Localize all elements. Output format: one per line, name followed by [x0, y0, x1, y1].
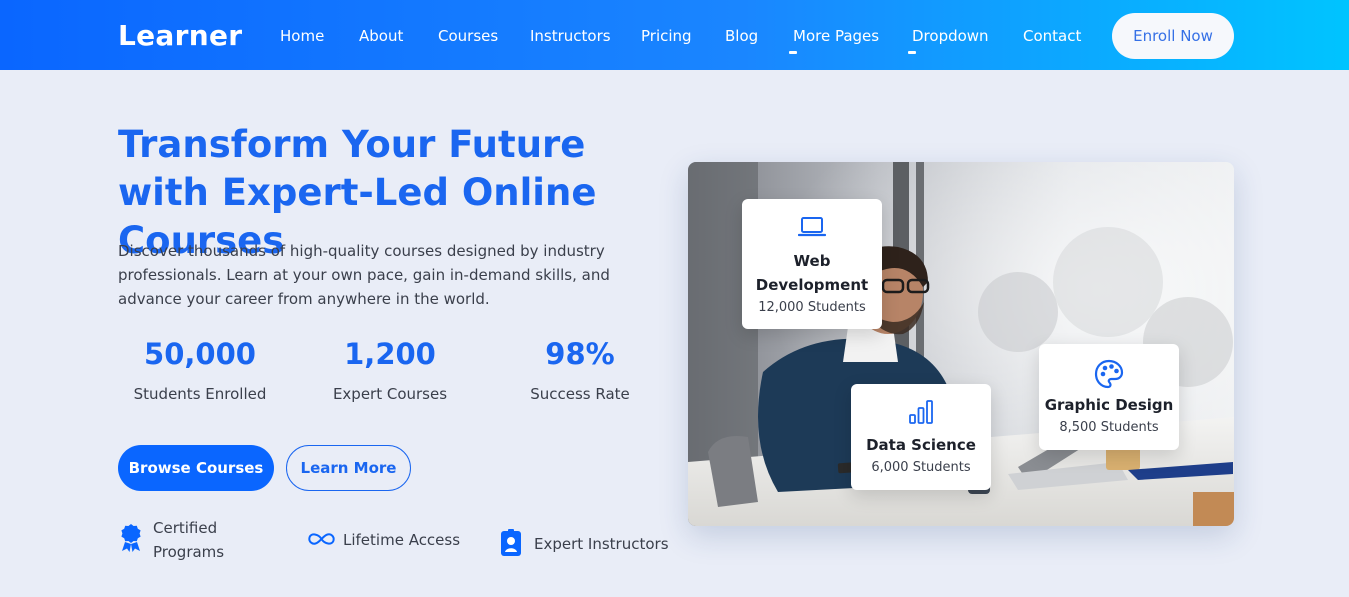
card-title: Data Science [866, 436, 976, 454]
stat-label: Expert Courses [332, 385, 448, 403]
id-badge-icon [501, 529, 521, 556]
dropdown-indicator-icon [789, 51, 797, 54]
enroll-now-button[interactable]: Enroll Now [1112, 13, 1234, 59]
feature-label: Lifetime Access [343, 531, 461, 549]
stat-courses: 1,200 Expert Courses [300, 336, 480, 404]
laptop-icon [798, 217, 826, 237]
stat-label: Success Rate [530, 385, 630, 403]
award-ribbon-icon [121, 524, 141, 552]
feature-lifetime: Lifetime Access [306, 528, 476, 552]
nav-dropdown[interactable]: Dropdown [908, 27, 989, 54]
course-card-graphic-design[interactable]: Graphic Design 8,500 Students [1039, 344, 1179, 450]
nav-dropdown-label: Dropdown [912, 27, 989, 45]
card-title: Graphic Design [1044, 396, 1174, 414]
feature-label: Expert Instructors [534, 535, 669, 553]
stat-students: 50,000 Students Enrolled [110, 336, 290, 404]
browse-courses-button[interactable]: Browse Courses [118, 445, 274, 491]
infinity-icon [308, 533, 335, 545]
nav-instructors[interactable]: Instructors [530, 27, 611, 45]
palette-icon [1094, 359, 1124, 389]
card-students: 6,000 Students [871, 460, 971, 475]
nav-blog[interactable]: Blog [725, 27, 758, 45]
nav-pricing[interactable]: Pricing [641, 27, 692, 45]
card-students: 8,500 Students [1059, 420, 1159, 435]
stat-value: 98% [545, 337, 615, 371]
feature-instructors: Expert Instructors [498, 528, 673, 560]
card-title: Web Development [755, 252, 869, 294]
feature-certified: Certified Programs [118, 516, 268, 564]
course-card-web-development[interactable]: Web Development 12,000 Students [742, 199, 882, 329]
dropdown-indicator-icon [908, 51, 916, 54]
site-logo[interactable]: Learner [118, 19, 242, 52]
card-students: 12,000 Students [758, 300, 866, 315]
nav-about[interactable]: About [359, 27, 403, 45]
course-card-data-science[interactable]: Data Science 6,000 Students [851, 384, 991, 490]
stat-value: 1,200 [344, 337, 436, 371]
stat-value: 50,000 [144, 337, 256, 371]
site-header: Learner Home About Courses Instructors P… [0, 0, 1349, 70]
stat-label: Students Enrolled [133, 385, 267, 403]
nav-courses[interactable]: Courses [438, 27, 498, 45]
bar-chart-icon [909, 400, 933, 424]
nav-more-pages[interactable]: More Pages [789, 27, 880, 54]
hero-description: Discover thousands of high-quality cours… [118, 242, 610, 308]
nav-home[interactable]: Home [280, 27, 324, 45]
stat-success-rate: 98% Success Rate [490, 336, 670, 404]
learn-more-button[interactable]: Learn More [286, 445, 411, 491]
nav-contact[interactable]: Contact [1023, 27, 1081, 45]
feature-label: Certified Programs [153, 519, 225, 561]
nav-more-pages-label: More Pages [793, 27, 880, 45]
